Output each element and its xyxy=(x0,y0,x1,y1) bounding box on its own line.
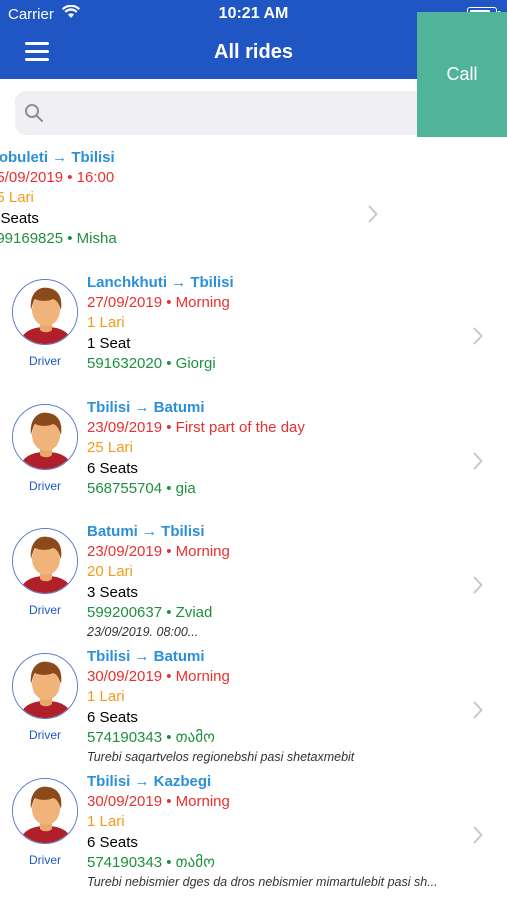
chevron-right-icon xyxy=(473,576,483,594)
route-label: Batumi → Tbilisi xyxy=(87,523,205,540)
phone-name-label: 574190343 • თამო xyxy=(87,729,215,746)
price-label: 1 Lari xyxy=(87,314,125,331)
chevron-right-icon xyxy=(473,701,483,719)
note-label: Turebi saqartvelos regionebshi pasi shet… xyxy=(87,750,355,764)
role-label: Driver xyxy=(29,479,61,493)
ride-details: Tbilisi → Batumi 23/09/2019 • First part… xyxy=(87,398,477,499)
chevron-right-icon xyxy=(473,452,483,470)
driver-avatar xyxy=(12,279,78,345)
search-icon xyxy=(25,104,43,122)
seats-label: 6 Seats xyxy=(87,834,138,851)
seats-label: 6 Seats xyxy=(87,460,138,477)
seats-label: 3 Seats xyxy=(87,584,138,601)
driver-avatar xyxy=(12,653,78,719)
route-label: Lanchkhuti → Tbilisi xyxy=(87,274,234,291)
ride-details: Kobuleti → Tbilisi 25/09/2019 • 16:00 25… xyxy=(0,148,378,249)
phone-name-label: 599169825 • Misha xyxy=(0,230,117,247)
route-label: Tbilisi → Kazbegi xyxy=(87,773,212,790)
person-icon xyxy=(13,405,77,469)
note-label: 23/09/2019. 08:00... xyxy=(87,625,199,639)
ride-row[interactable]: Driver Tbilisi → Batumi 30/09/2019 • Mor… xyxy=(0,641,507,766)
ride-row[interactable]: Kobuleti → Tbilisi 25/09/2019 • 16:00 25… xyxy=(0,142,507,267)
driver-avatar xyxy=(12,528,78,594)
ride-details: Lanchkhuti → Tbilisi 27/09/2019 • Mornin… xyxy=(87,273,477,374)
rides-list: Kobuleti → Tbilisi 25/09/2019 • 16:00 25… xyxy=(0,142,507,900)
seats-label: 4 Seats xyxy=(0,210,39,227)
date-time-label: 30/09/2019 • Morning xyxy=(87,668,230,685)
date-time-label: 25/09/2019 • 16:00 xyxy=(0,169,115,186)
ride-row[interactable]: Driver Tbilisi → Kazbegi 30/09/2019 • Mo… xyxy=(0,766,507,891)
route-label: Kobuleti → Tbilisi xyxy=(0,149,115,166)
phone-name-label: 591632020 • Giorgi xyxy=(87,355,216,372)
person-icon xyxy=(13,280,77,344)
driver-avatar xyxy=(12,404,78,470)
seats-label: 1 Seat xyxy=(87,335,131,352)
chevron-right-icon xyxy=(473,826,483,844)
person-icon xyxy=(13,779,77,843)
phone-name-label: 568755704 • gia xyxy=(87,480,196,497)
chevron-right-icon xyxy=(368,205,378,223)
person-icon xyxy=(13,529,77,593)
ride-row[interactable]: Driver Lanchkhuti → Tbilisi 27/09/2019 •… xyxy=(0,267,507,392)
ride-row[interactable]: Driver Tbilisi → Batumi 23/09/2019 • Fir… xyxy=(0,392,507,517)
call-button[interactable]: Call xyxy=(417,12,507,137)
ride-row[interactable]: Driver Batumi → Tbilisi 23/09/2019 • Mor… xyxy=(0,516,507,641)
price-label: 25 Lari xyxy=(0,189,34,206)
role-label: Driver xyxy=(29,853,61,867)
route-label: Tbilisi → Batumi xyxy=(87,399,205,416)
route-label: Tbilisi → Batumi xyxy=(87,648,205,665)
ride-details: Tbilisi → Batumi 30/09/2019 • Morning 1 … xyxy=(87,647,477,766)
ride-details: Batumi → Tbilisi 23/09/2019 • Morning 20… xyxy=(87,522,477,641)
phone-name-label: 574190343 • თამო xyxy=(87,854,215,871)
date-time-label: 23/09/2019 • Morning xyxy=(87,543,230,560)
seats-label: 6 Seats xyxy=(87,709,138,726)
chevron-right-icon xyxy=(473,327,483,345)
price-label: 1 Lari xyxy=(87,688,125,705)
driver-avatar xyxy=(12,778,78,844)
role-label: Driver xyxy=(29,354,61,368)
ride-details: Tbilisi → Kazbegi 30/09/2019 • Morning 1… xyxy=(87,772,477,891)
note-label: Turebi nebismier dges da dros nebismier … xyxy=(87,875,438,889)
date-time-label: 30/09/2019 • Morning xyxy=(87,793,230,810)
date-time-label: 27/09/2019 • Morning xyxy=(87,294,230,311)
person-icon xyxy=(13,654,77,718)
price-label: 20 Lari xyxy=(87,563,133,580)
price-label: 1 Lari xyxy=(87,813,125,830)
role-label: Driver xyxy=(29,603,61,617)
date-time-label: 23/09/2019 • First part of the day xyxy=(87,419,305,436)
role-label: Driver xyxy=(29,728,61,742)
price-label: 25 Lari xyxy=(87,439,133,456)
phone-name-label: 599200637 • Zviad xyxy=(87,604,213,621)
